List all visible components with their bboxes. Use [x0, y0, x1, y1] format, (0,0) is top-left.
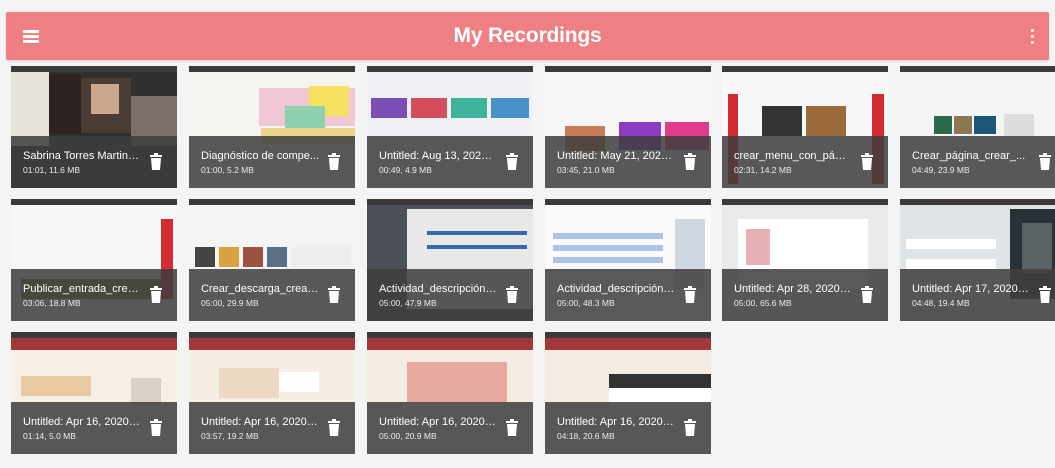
- recording-title: Crear_descarga_crear...: [201, 283, 319, 295]
- recording-tile[interactable]: Untitled: Apr 16, 2020 ... 03:57, 19.2 MB: [189, 332, 355, 454]
- trash-icon[interactable]: [327, 419, 341, 437]
- recording-title: Sabrina Torres Martine...: [23, 150, 141, 162]
- recording-tile[interactable]: Untitled: Apr 28, 2020 ... 05:00, 65.6 MB: [722, 199, 888, 321]
- recording-meta: 05:00, 48.3 MB: [557, 298, 615, 308]
- recording-info-overlay: crear_menu_con_pági... 02:31, 14.2 MB: [722, 136, 888, 188]
- recording-meta: 01:00, 5.2 MB: [201, 165, 254, 175]
- recording-title: crear_menu_con_pági...: [734, 150, 852, 162]
- recording-info-overlay: Crear_descarga_crear... 05:00, 29.9 MB: [189, 269, 355, 321]
- recording-info-overlay: Untitled: Apr 16, 2020 ... 05:00, 20.9 MB: [367, 402, 533, 454]
- recording-title: Untitled: Apr 17, 2020 ...: [912, 283, 1030, 295]
- recording-meta: 03:06, 18.8 MB: [23, 298, 81, 308]
- recording-meta: 05:00, 29.9 MB: [201, 298, 259, 308]
- recording-meta: 05:00, 20.9 MB: [379, 431, 437, 441]
- trash-icon[interactable]: [505, 153, 519, 171]
- recording-info-overlay: Crear_página_crear_... 04:49, 23.9 MB: [900, 136, 1055, 188]
- app-bar: My Recordings: [6, 12, 1049, 60]
- recording-title: Actividad_descripción_3: [379, 283, 497, 295]
- recording-title: Untitled: Apr 16, 2020 ...: [201, 416, 319, 428]
- recording-tile[interactable]: Untitled: Apr 16, 2020 ... 01:14, 5.0 MB: [11, 332, 177, 454]
- recording-tile[interactable]: Publicar_entrada_crea... 03:06, 18.8 MB: [11, 199, 177, 321]
- recording-tile[interactable]: Crear_descarga_crear... 05:00, 29.9 MB: [189, 199, 355, 321]
- recording-meta: 03:45, 21.0 MB: [557, 165, 615, 175]
- recording-meta: 03:57, 19.2 MB: [201, 431, 259, 441]
- recording-title: Actividad_descripción_2: [557, 283, 675, 295]
- trash-icon[interactable]: [1038, 286, 1052, 304]
- recording-info-overlay: Actividad_descripción_2 05:00, 48.3 MB: [545, 269, 711, 321]
- trash-icon[interactable]: [327, 286, 341, 304]
- recording-meta: 00:49, 4.9 MB: [379, 165, 432, 175]
- recording-title: Crear_página_crear_...: [912, 150, 1026, 162]
- recording-tile[interactable]: Actividad_descripción_3 05:00, 47.9 MB: [367, 199, 533, 321]
- recording-title: Untitled: Apr 28, 2020 ...: [734, 283, 852, 295]
- page-title: My Recordings: [453, 24, 602, 47]
- recording-tile[interactable]: Untitled: Apr 16, 2020 ... 05:00, 20.9 MB: [367, 332, 533, 454]
- recording-info-overlay: Diagnóstico de compe... 01:00, 5.2 MB: [189, 136, 355, 188]
- recording-info-overlay: Untitled: Apr 16, 2020 ... 04:18, 20.6 MB: [545, 402, 711, 454]
- trash-icon[interactable]: [683, 286, 697, 304]
- recording-tile[interactable]: Diagnóstico de compe... 01:00, 5.2 MB: [189, 66, 355, 188]
- trash-icon[interactable]: [1038, 153, 1052, 171]
- recording-info-overlay: Actividad_descripción_3 05:00, 47.9 MB: [367, 269, 533, 321]
- recording-tile[interactable]: Untitled: Aug 13, 2020 ... 00:49, 4.9 MB: [367, 66, 533, 188]
- recording-info-overlay: Untitled: Apr 28, 2020 ... 05:00, 65.6 MB: [722, 269, 888, 321]
- recording-info-overlay: Sabrina Torres Martine... 01:01, 11.6 MB: [11, 136, 177, 188]
- recording-meta: 05:00, 47.9 MB: [379, 298, 437, 308]
- recording-title: Untitled: Apr 16, 2020 ...: [23, 416, 141, 428]
- recording-title: Untitled: May 21, 2020 ...: [557, 150, 675, 162]
- recording-meta: 04:48, 19.4 MB: [912, 298, 970, 308]
- recording-meta: 04:49, 23.9 MB: [912, 165, 970, 175]
- recording-tile[interactable]: Untitled: May 21, 2020 ... 03:45, 21.0 MB: [545, 66, 711, 188]
- recording-meta: 01:14, 5.0 MB: [23, 431, 76, 441]
- trash-icon[interactable]: [149, 419, 163, 437]
- trash-icon[interactable]: [860, 286, 874, 304]
- recording-meta: 04:18, 20.6 MB: [557, 431, 615, 441]
- recording-info-overlay: Untitled: Apr 17, 2020 ... 04:48, 19.4 MB: [900, 269, 1055, 321]
- recording-info-overlay: Untitled: May 21, 2020 ... 03:45, 21.0 MB: [545, 136, 711, 188]
- recording-tile[interactable]: Crear_página_crear_... 04:49, 23.9 MB: [900, 66, 1055, 188]
- recording-tile[interactable]: Untitled: Apr 17, 2020 ... 04:48, 19.4 MB: [900, 199, 1055, 321]
- trash-icon[interactable]: [505, 419, 519, 437]
- recording-tile[interactable]: Untitled: Apr 16, 2020 ... 04:18, 20.6 MB: [545, 332, 711, 454]
- recording-meta: 01:01, 11.6 MB: [23, 165, 81, 175]
- trash-icon[interactable]: [683, 419, 697, 437]
- recording-title: Untitled: Apr 16, 2020 ...: [379, 416, 497, 428]
- recording-meta: 02:31, 14.2 MB: [734, 165, 792, 175]
- recording-info-overlay: Untitled: Apr 16, 2020 ... 03:57, 19.2 MB: [189, 402, 355, 454]
- recording-tile[interactable]: Sabrina Torres Martine... 01:01, 11.6 MB: [11, 66, 177, 188]
- recording-title: Untitled: Apr 16, 2020 ...: [557, 416, 675, 428]
- trash-icon[interactable]: [505, 286, 519, 304]
- recording-title: Untitled: Aug 13, 2020 ...: [379, 150, 497, 162]
- recording-tile[interactable]: Actividad_descripción_2 05:00, 48.3 MB: [545, 199, 711, 321]
- trash-icon[interactable]: [149, 153, 163, 171]
- trash-icon[interactable]: [683, 153, 697, 171]
- recording-info-overlay: Untitled: Apr 16, 2020 ... 01:14, 5.0 MB: [11, 402, 177, 454]
- recording-meta: 05:00, 65.6 MB: [734, 298, 792, 308]
- more-options-icon[interactable]: [1023, 24, 1043, 48]
- recording-info-overlay: Publicar_entrada_crea... 03:06, 18.8 MB: [11, 269, 177, 321]
- recording-tile[interactable]: crear_menu_con_pági... 02:31, 14.2 MB: [722, 66, 888, 188]
- trash-icon[interactable]: [149, 286, 163, 304]
- trash-icon[interactable]: [860, 153, 874, 171]
- trash-icon[interactable]: [327, 153, 341, 171]
- recording-info-overlay: Untitled: Aug 13, 2020 ... 00:49, 4.9 MB: [367, 136, 533, 188]
- recording-title: Publicar_entrada_crea...: [23, 283, 141, 295]
- recording-title: Diagnóstico de compe...: [201, 150, 319, 162]
- app-window: My Recordings Sabrina Torres Martine... 0…: [0, 0, 1055, 468]
